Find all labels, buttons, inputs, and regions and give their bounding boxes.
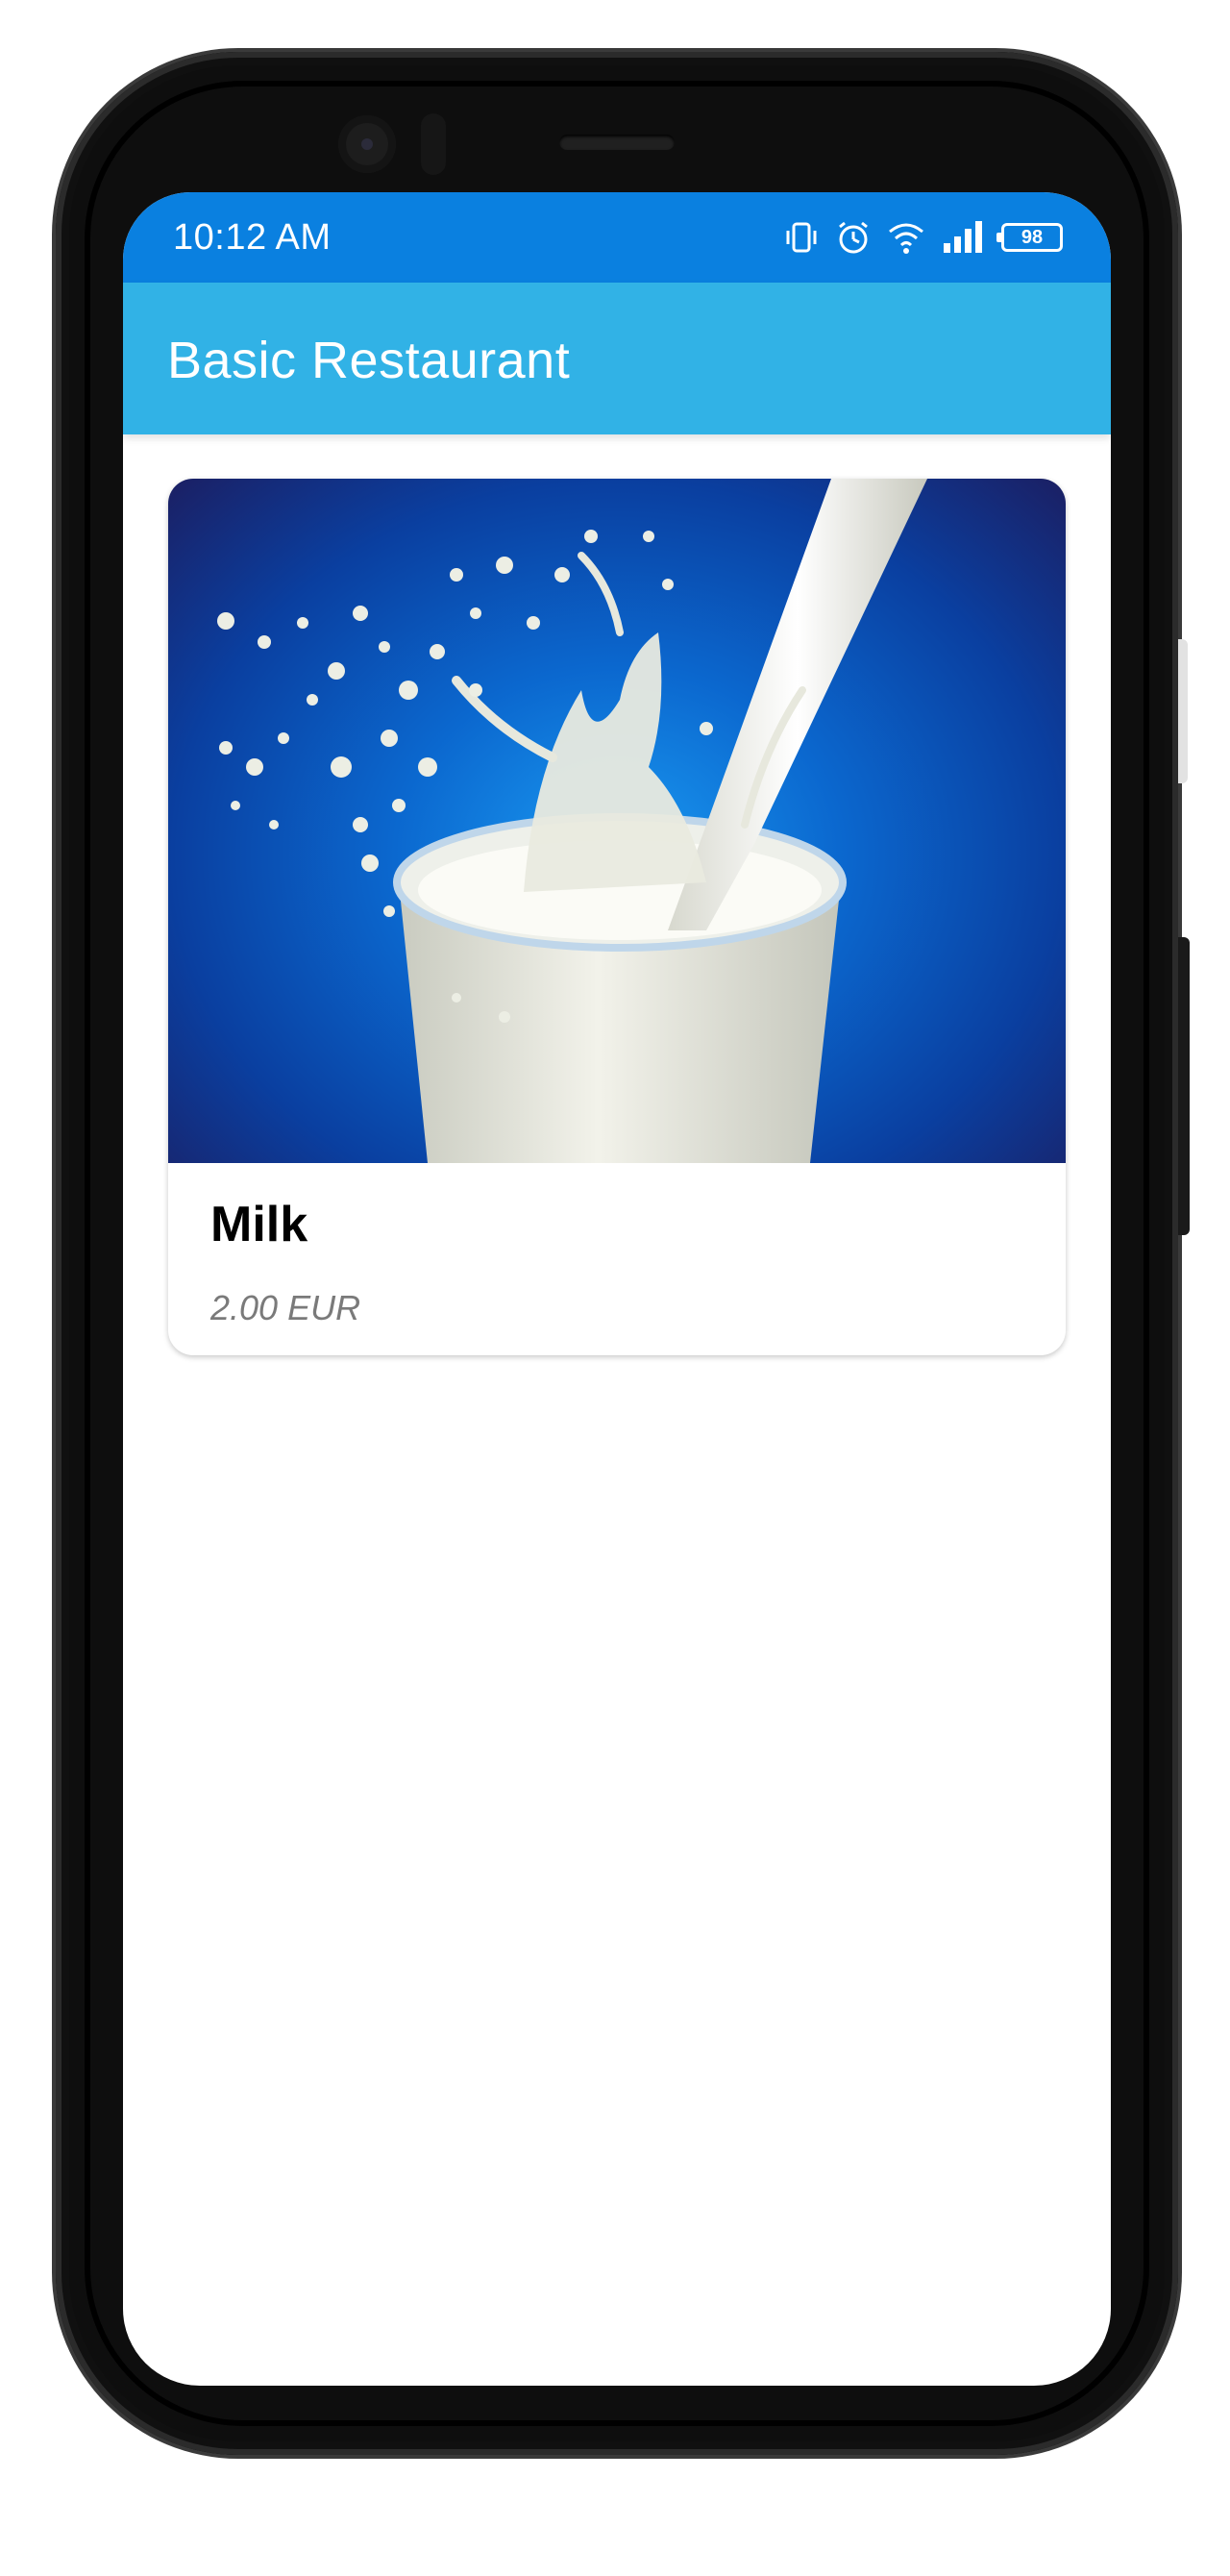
- menu-item-card[interactable]: Milk 2.00 EUR: [168, 479, 1066, 1355]
- signal-icon: [940, 218, 988, 257]
- earpiece-speaker: [559, 135, 675, 150]
- app-bar: Basic Restaurant: [123, 283, 1111, 434]
- volume-button: [1178, 639, 1188, 783]
- status-icons: 98: [782, 215, 1063, 260]
- menu-item-name: Milk: [210, 1197, 308, 1252]
- menu-item-image: [168, 479, 1066, 1163]
- proximity-sensor: [421, 113, 446, 175]
- milk-glass-illustration: [217, 479, 927, 1163]
- phone-screen: 10:12 AM 98 Basic Restaurant Milk 2.00 E…: [123, 192, 1111, 2386]
- device-stage: 10:12 AM 98 Basic Restaurant Milk 2.00 E…: [0, 0, 1230, 2576]
- vibrate-icon: [782, 218, 821, 257]
- power-button: [1178, 937, 1190, 1235]
- wifi-icon: [886, 218, 926, 257]
- status-time: 10:12 AM: [173, 217, 332, 258]
- battery-icon: 98: [996, 223, 1063, 252]
- front-camera: [338, 115, 396, 173]
- menu-item-price: 2.00 EUR: [210, 1288, 361, 1327]
- app-title: Basic Restaurant: [167, 332, 571, 389]
- alarm-icon: [834, 218, 873, 257]
- status-bar: 10:12 AM 98: [123, 192, 1111, 283]
